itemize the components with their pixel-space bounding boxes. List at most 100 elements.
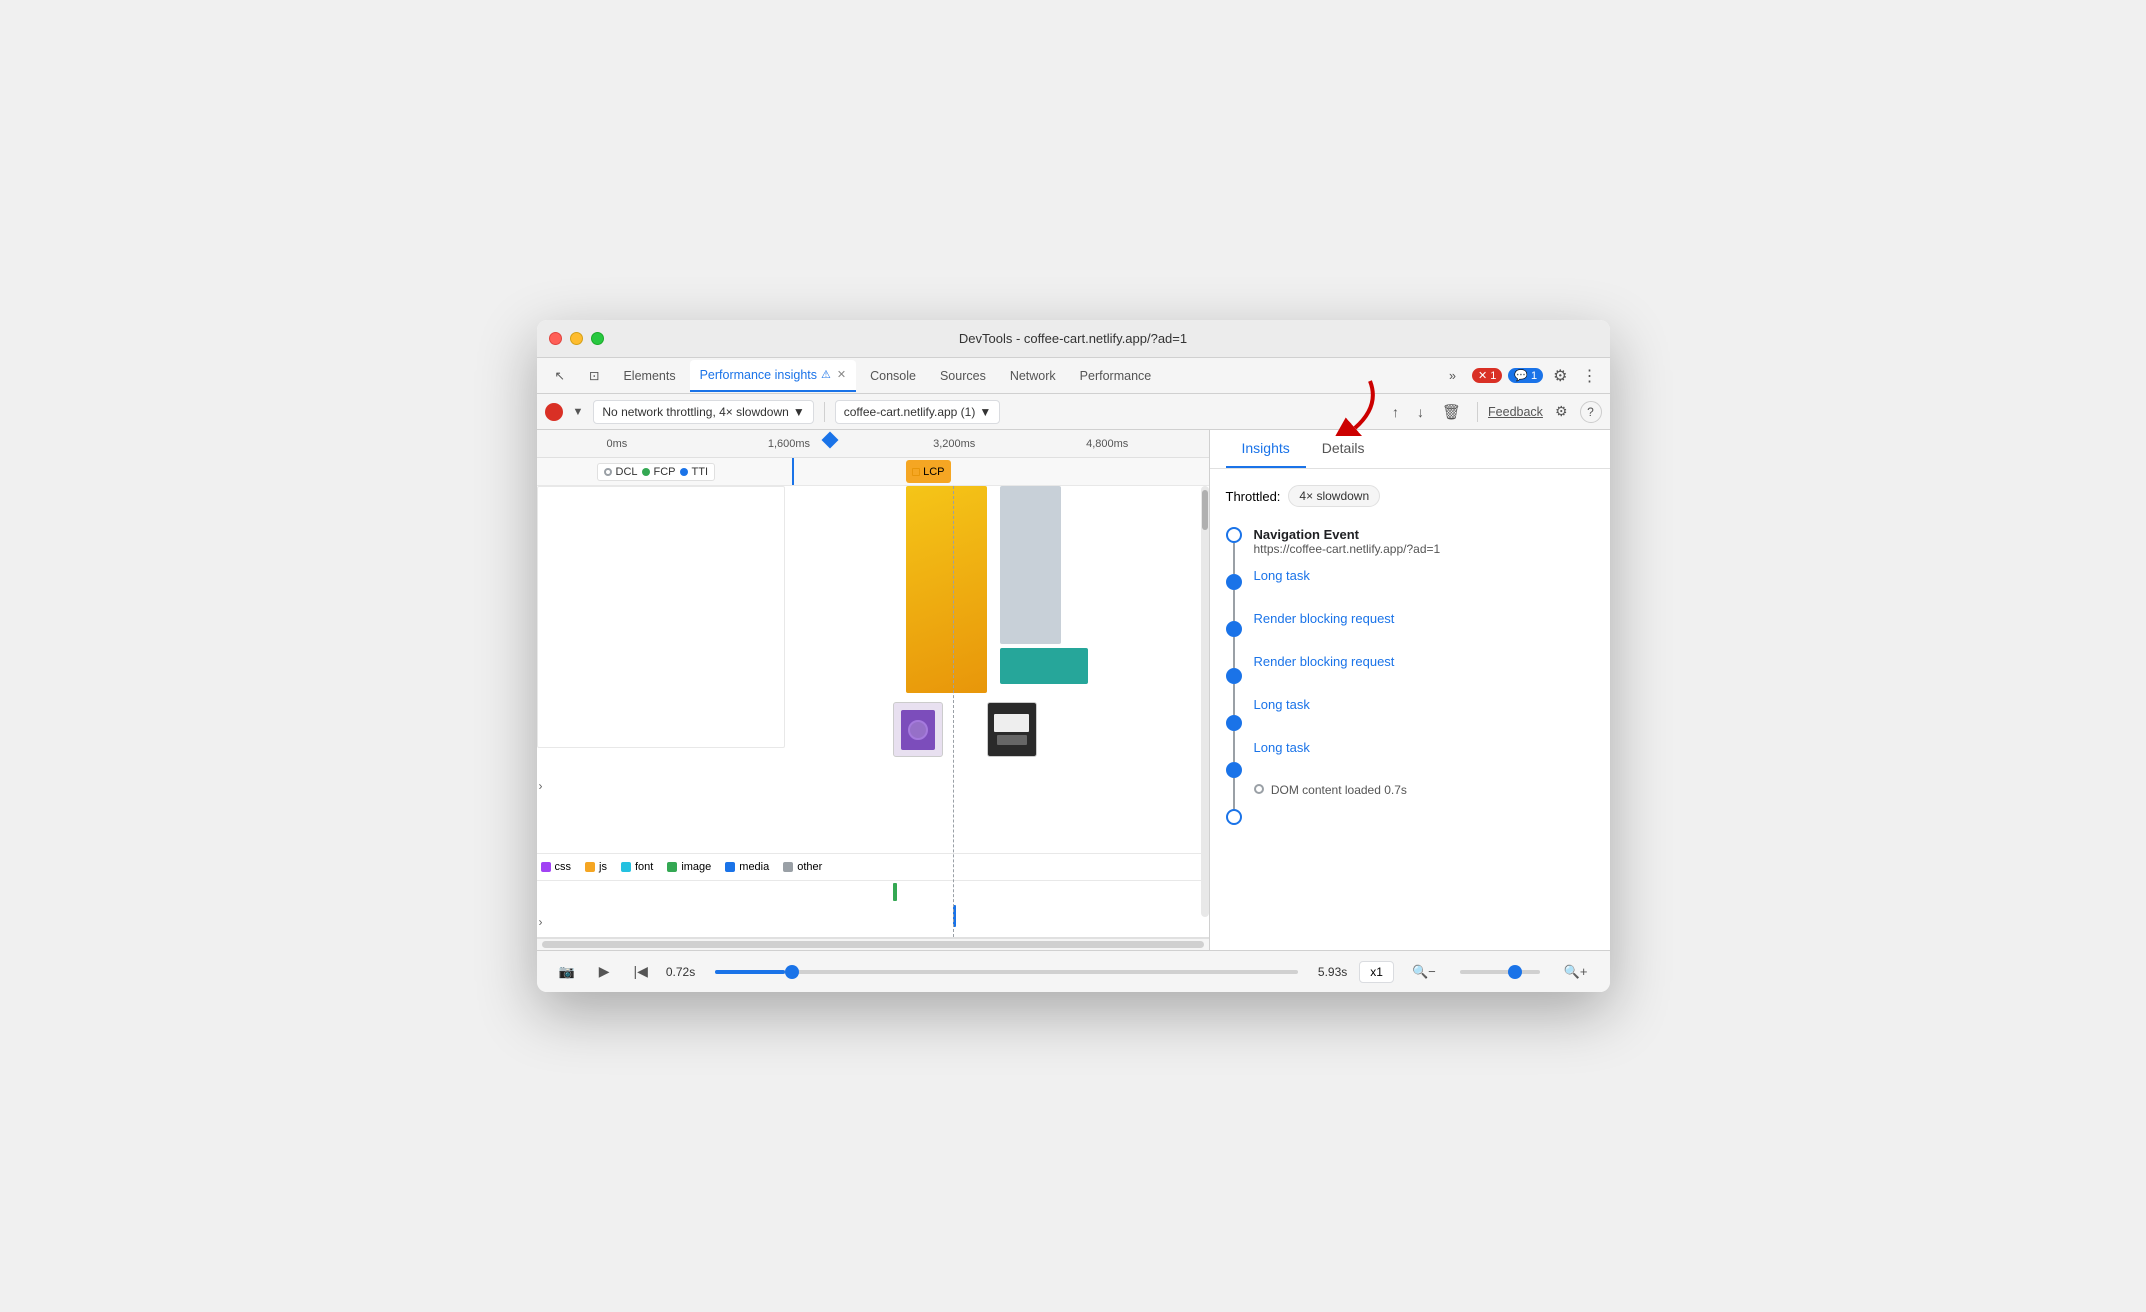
dcl-label: DCL: [616, 466, 638, 478]
zoom-in-button[interactable]: 🔍+: [1558, 960, 1594, 984]
record-button[interactable]: [545, 403, 563, 421]
tab-details[interactable]: Details: [1306, 430, 1381, 468]
event-dot-2: [1226, 621, 1242, 637]
minimize-button[interactable]: [570, 332, 583, 345]
screenshot-thumb-1: [893, 702, 943, 757]
upload-button[interactable]: ↑: [1386, 400, 1405, 424]
tab-network-label: Network: [1010, 369, 1056, 383]
screenshot-toggle-button[interactable]: 📷: [553, 960, 581, 984]
tab-performance-label: Performance: [1080, 369, 1152, 383]
tab-console-label: Console: [870, 369, 916, 383]
render-blocking-1-link[interactable]: Render blocking request: [1254, 611, 1594, 626]
h-scrollbar-track: [537, 938, 1209, 950]
legend-other: other: [783, 861, 822, 873]
css-color-icon: [541, 862, 551, 872]
font-legend-label: font: [635, 861, 653, 873]
tab-performance[interactable]: Performance: [1070, 360, 1162, 392]
legend-font: font: [621, 861, 653, 873]
play-button[interactable]: ▶: [593, 959, 616, 984]
help-button[interactable]: ?: [1580, 401, 1602, 423]
devtools-settings-button[interactable]: ⚙: [1549, 362, 1571, 390]
throttled-label: Throttled:: [1226, 489, 1281, 504]
expand-row2-button[interactable]: ›: [539, 915, 543, 929]
playhead-line: [792, 458, 794, 485]
delete-button[interactable]: 🗑: [1436, 399, 1467, 425]
tab-performance-insights[interactable]: Performance insights ⚠ ✕: [690, 360, 857, 392]
other-color-icon: [783, 862, 793, 872]
download-button[interactable]: ↓: [1411, 400, 1430, 424]
line-3: [1233, 637, 1235, 668]
legend-media: media: [725, 861, 769, 873]
messages-count: 1: [1531, 370, 1537, 382]
record-dropdown[interactable]: ▼: [569, 402, 588, 422]
tti-label: TTI: [692, 466, 709, 478]
go-to-start-button[interactable]: |◀: [627, 959, 653, 984]
nav-event-title: Navigation Event: [1254, 527, 1594, 542]
tab-sources-label: Sources: [940, 369, 986, 383]
screenshot-thumb-2: [987, 702, 1037, 757]
close-button[interactable]: [549, 332, 562, 345]
scrubber-thumb[interactable]: [785, 965, 799, 979]
tab-device[interactable]: ⊡: [579, 360, 609, 392]
url-dropdown[interactable]: coffee-cart.netlify.app (1) ▼: [835, 400, 1001, 424]
tab-network[interactable]: Network: [1000, 360, 1066, 392]
scrubber-fill: [715, 970, 785, 974]
time-4800: 4,800ms: [1086, 438, 1128, 450]
event-long-task-3: Long task: [1254, 740, 1594, 755]
fcp-label: FCP: [654, 466, 676, 478]
time-end-label: 5.93s: [1318, 965, 1347, 979]
zoom-out-button[interactable]: 🔍−: [1406, 960, 1442, 984]
font-color-icon: [621, 862, 631, 872]
css-legend-label: css: [555, 861, 572, 873]
zoom-slider-track[interactable]: [1460, 970, 1540, 974]
insights-tabs: Insights Details: [1210, 430, 1610, 469]
gray-block: [1000, 486, 1060, 644]
expand-row1-button[interactable]: ›: [539, 779, 543, 793]
zoom-slider-thumb[interactable]: [1508, 965, 1522, 979]
timeline-events: Navigation Event https://coffee-cart.net…: [1226, 527, 1594, 825]
other-legend-label: other: [797, 861, 822, 873]
long-task-2-link[interactable]: Long task: [1254, 697, 1594, 712]
tab-console[interactable]: Console: [860, 360, 926, 392]
event-dom-loaded: DOM content loaded 0.7s: [1254, 783, 1594, 797]
dom-circle-icon: [1254, 784, 1264, 794]
green-network-bar: [893, 883, 897, 901]
errors-badge: ✕ 1: [1472, 368, 1502, 383]
long-task-1-link[interactable]: Long task: [1254, 568, 1594, 583]
more-tabs-button[interactable]: »: [1439, 360, 1466, 392]
tab-sources[interactable]: Sources: [930, 360, 996, 392]
render-blocking-2-link[interactable]: Render blocking request: [1254, 654, 1594, 669]
nav-event-url: https://coffee-cart.netlify.app/?ad=1: [1254, 542, 1594, 556]
time-3200: 3,200ms: [933, 438, 975, 450]
dcl-circle-icon: [604, 468, 612, 476]
insights-content: Throttled: 4× slowdown: [1210, 469, 1610, 950]
legend-js: js: [585, 861, 607, 873]
white-block: [537, 486, 786, 748]
event-long-task-1: Long task: [1254, 568, 1594, 583]
feedback-button[interactable]: Feedback: [1488, 405, 1543, 419]
long-task-3-link[interactable]: Long task: [1254, 740, 1594, 755]
tab-close-icon[interactable]: ✕: [837, 368, 846, 381]
window-title: DevTools - coffee-cart.netlify.app/?ad=1: [959, 331, 1187, 346]
h-scrollbar-thumb[interactable]: [542, 941, 1204, 948]
time-1600: 1,600ms: [768, 438, 810, 450]
devtools-more-button[interactable]: ⋮: [1578, 362, 1602, 390]
event-render-blocking-1: Render blocking request: [1254, 611, 1594, 626]
tab-insights[interactable]: Insights: [1226, 430, 1306, 468]
lcp-group: LCP: [906, 460, 950, 483]
panel-settings-button[interactable]: ⚙: [1549, 399, 1574, 424]
lcp-label: LCP: [923, 466, 944, 478]
scrollbar-track: [1201, 486, 1209, 917]
insights-panel: Insights Details Throttled: 4× slowdown: [1210, 430, 1610, 950]
tab-elements[interactable]: Elements: [613, 360, 685, 392]
teal-block: [1000, 648, 1087, 684]
markers-row: DCL FCP TTI LCP: [537, 458, 1209, 486]
event-dot-5: [1226, 762, 1242, 778]
maximize-button[interactable]: [591, 332, 604, 345]
url-label: coffee-cart.netlify.app (1): [844, 405, 976, 419]
throttle-dropdown[interactable]: No network throttling, 4× slowdown ▼: [593, 400, 813, 424]
tab-cursor[interactable]: ↖: [545, 360, 575, 392]
scrollbar-thumb[interactable]: [1202, 490, 1208, 530]
scrubber-track[interactable]: [715, 970, 1298, 974]
bottom-bar: 📷 ▶ |◀ 0.72s 5.93s x1 🔍− 🔍+: [537, 950, 1610, 992]
